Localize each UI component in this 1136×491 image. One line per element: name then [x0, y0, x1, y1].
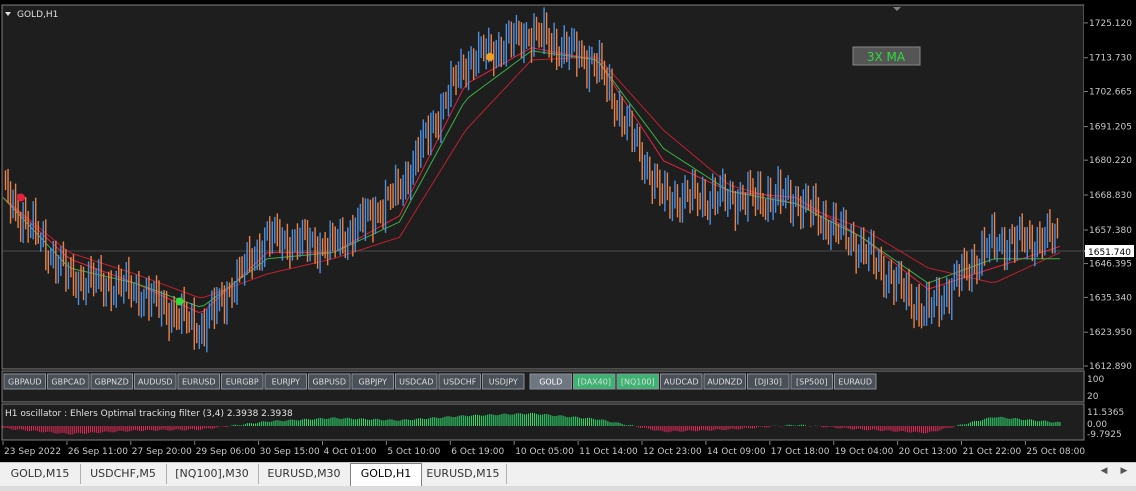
symbol-button-label[interactable]: USDJPY	[489, 378, 518, 387]
symbol-button-label[interactable]: [SP500]	[796, 378, 827, 387]
symbol-button-label[interactable]: GBPCAD	[51, 378, 85, 387]
chart-tab[interactable]: EURUSD,M30	[258, 464, 351, 484]
symbol-button-label[interactable]: EURJPY	[272, 378, 300, 387]
time-tick-label: 5 Oct 10:00	[387, 447, 440, 457]
tab-scroll-right-icon[interactable]: ▶	[1118, 466, 1130, 476]
symbol-button-label[interactable]: AUDNZD	[707, 378, 742, 387]
osc-axis-top: 11.5365	[1087, 408, 1124, 418]
time-tick-label: 17 Oct 18:00	[771, 447, 830, 457]
chart-tab[interactable]: GOLD,M15	[0, 464, 81, 484]
time-tick-label: 23 Sep 2022	[4, 447, 61, 457]
time-tick-label: 6 Oct 19:00	[451, 447, 504, 457]
price-tick-label: 1725.120	[1089, 19, 1132, 29]
time-tick-label: 30 Sep 15:00	[260, 447, 320, 457]
chart-tab[interactable]: USDCHF,M5	[80, 464, 167, 484]
time-axis: 23 Sep 2022 26 Sep 11:00 27 Sep 20:00 29 Se…	[2, 441, 1085, 457]
chart-tab[interactable]: EURUSD,M15	[420, 464, 507, 484]
chart-tab[interactable]: [NQ100],M30	[166, 464, 259, 484]
time-tick-label: 4 Oct 01:00	[324, 447, 377, 457]
current-price-label: 1651.740	[1088, 248, 1131, 258]
time-tick-label: 27 Sep 20:00	[132, 447, 192, 457]
symbol-button-label[interactable]: EURUSD	[182, 378, 216, 387]
chart-tab[interactable]: GOLD,H1	[350, 463, 422, 486]
symbol-button-label[interactable]: GBPNZD	[95, 378, 129, 387]
sell-signal-marker	[17, 193, 25, 202]
price-tick-label: 1646.395	[1089, 260, 1132, 270]
time-tick-label: 25 Oct 08:00	[1026, 447, 1085, 457]
time-tick-label: 10 Oct 05:00	[515, 447, 574, 457]
symbol-button-label[interactable]: [NQ100]	[621, 378, 655, 387]
horizontal-scrollbar[interactable]	[0, 486, 1136, 491]
price-tick-label: 1612.890	[1089, 362, 1132, 372]
button-panel-axis-top: 100	[1087, 375, 1104, 385]
symbol-button-label[interactable]: AUDUSD	[138, 378, 173, 387]
price-tick-label: 1713.730	[1089, 54, 1132, 64]
symbol-button-label[interactable]: USDCHF	[443, 378, 477, 387]
symbol-button-label[interactable]: EURGBP	[226, 378, 259, 387]
symbol-button-label[interactable]: GBPAUD	[8, 378, 42, 387]
price-tick-label: 1623.950	[1089, 328, 1132, 338]
price-tick-label: 1702.665	[1089, 88, 1132, 98]
price-tick-label: 1691.205	[1089, 123, 1132, 133]
time-tick-label: 11 Oct 14:00	[579, 447, 638, 457]
time-tick-label: 12 Oct 23:00	[643, 447, 702, 457]
symbol-button-label[interactable]: GBPJPY	[359, 378, 388, 387]
symbol-button-label[interactable]: USDCAD	[399, 378, 433, 387]
button-panel-axis-bottom: 20	[1087, 392, 1099, 402]
symbol-button-row: GBPAUD GBPCAD GBPNZD AUDUSD EURUSD EURGBP EURJ…	[3, 373, 877, 390]
trading-chart[interactable]: GOLD,H1 3X MA 1725.120 1713.730 1702.665 16…	[0, 0, 1136, 462]
window-symbol-label[interactable]: GOLD,H1	[17, 10, 58, 20]
osc-axis-bottom: -9.7925	[1087, 430, 1122, 440]
price-tick-label: 1635.340	[1089, 293, 1132, 303]
buy-signal-marker	[175, 297, 184, 306]
symbol-button-label[interactable]: GBPUSD	[312, 378, 346, 387]
symbol-button-label[interactable]: GOLD	[539, 378, 562, 387]
price-tick-label: 1668.830	[1089, 191, 1132, 201]
price-tick-label: 1657.380	[1089, 226, 1132, 236]
chart-tab-bar: GOLD,M15 USDCHF,M5 [NQ100],M30 EURUSD,M30 GO…	[0, 462, 1136, 491]
time-tick-label: 29 Sep 06:00	[196, 447, 256, 457]
oscillator-label: H1 oscillator : Ehlers Optimal tracking …	[5, 409, 293, 419]
symbol-button-label[interactable]: EURAUD	[838, 378, 872, 387]
price-tick-label: 1680.220	[1089, 156, 1132, 166]
symbol-button-label[interactable]: [DJI30]	[755, 378, 782, 387]
time-tick-label: 19 Oct 04:00	[835, 447, 894, 457]
symbol-button-label[interactable]: AUDCAD	[664, 378, 699, 387]
osc-axis-zero: 0.00	[1087, 420, 1107, 430]
ma-button-label[interactable]: 3X MA	[867, 50, 906, 64]
symbol-button-label[interactable]: [DAX40]	[578, 378, 611, 387]
time-tick-label: 21 Oct 22:00	[963, 447, 1022, 457]
time-tick-label: 14 Oct 09:00	[707, 447, 766, 457]
time-tick-label: 26 Sep 11:00	[68, 447, 128, 457]
sell-signal-marker	[486, 52, 495, 61]
tab-scroll-left-icon[interactable]: ◀	[1098, 466, 1110, 476]
time-tick-label: 20 Oct 13:00	[899, 447, 958, 457]
